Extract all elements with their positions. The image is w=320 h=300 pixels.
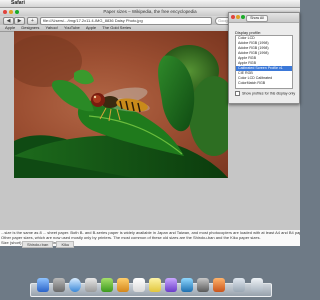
- dock: [30, 278, 272, 297]
- forward-button[interactable]: ▶: [14, 17, 25, 25]
- close-icon[interactable]: [3, 10, 7, 14]
- menu-bar: Safari: [0, 0, 300, 8]
- article-text: ...size is the same as 8 ... sheet paper…: [0, 230, 300, 248]
- display-profile-list[interactable]: Color LCD Adobe RGB (1998) Adobe RGB (19…: [235, 35, 293, 89]
- calendar-icon[interactable]: [133, 278, 145, 292]
- checkbox-label: Show profiles for this display only: [242, 91, 296, 96]
- dashboard-icon[interactable]: [53, 278, 65, 292]
- downloads-stack-icon[interactable]: [233, 278, 245, 292]
- finder-icon[interactable]: [37, 278, 49, 292]
- checkbox-icon[interactable]: [235, 91, 240, 96]
- app-icon[interactable]: [213, 278, 225, 292]
- bookmark-item[interactable]: Apple: [86, 25, 96, 30]
- hoverfly-on-leaf-image: [14, 35, 228, 178]
- notes-icon[interactable]: [149, 278, 161, 292]
- minimize-icon[interactable]: [236, 15, 240, 19]
- bookmark-item[interactable]: Yahoo!: [46, 25, 58, 30]
- close-icon[interactable]: [231, 15, 235, 19]
- system-preferences-icon[interactable]: [197, 278, 209, 292]
- messages-icon[interactable]: [101, 278, 113, 292]
- itunes-icon[interactable]: [165, 278, 177, 292]
- bookmark-item[interactable]: Designers: [21, 25, 39, 30]
- panel-toolbar: Show All: [229, 13, 299, 23]
- mail-icon[interactable]: [85, 278, 97, 292]
- table-header: Shiroku ban Kiku: [22, 241, 76, 248]
- profile-item[interactable]: ColorMatch RGB: [236, 81, 292, 86]
- table-header-cell: Shiroku ban: [22, 241, 54, 248]
- hoverfly-photo: [14, 31, 228, 178]
- zoom-icon[interactable]: [241, 15, 245, 19]
- bookmark-item[interactable]: YouTube: [64, 25, 80, 30]
- safari-icon[interactable]: [69, 278, 81, 292]
- contacts-icon[interactable]: [117, 278, 129, 292]
- window-title: Paper sizes – Wikipedia, the free encycl…: [103, 9, 197, 14]
- minimize-icon[interactable]: [9, 10, 13, 14]
- zoom-icon[interactable]: [15, 10, 19, 14]
- trash-icon[interactable]: [251, 278, 263, 292]
- display-preferences-panel: Show All Display profile: Color LCD Adob…: [228, 12, 300, 104]
- app-menu[interactable]: Safari: [11, 0, 25, 7]
- add-bookmark-icon[interactable]: +: [27, 17, 38, 25]
- address-bar[interactable]: file:///Users/.../Img/17.2x11.4-IMG_8836…: [40, 17, 212, 25]
- photos-icon[interactable]: [181, 278, 193, 292]
- bookmark-item[interactable]: The Gold Series: [102, 25, 131, 30]
- table-header-cell: Kiku: [56, 241, 75, 248]
- back-button[interactable]: ◀: [3, 17, 14, 25]
- show-all-button[interactable]: Show All: [246, 15, 268, 22]
- profiles-checkbox-row[interactable]: Show profiles for this display only: [235, 91, 295, 96]
- bookmark-item[interactable]: Apple: [5, 25, 15, 30]
